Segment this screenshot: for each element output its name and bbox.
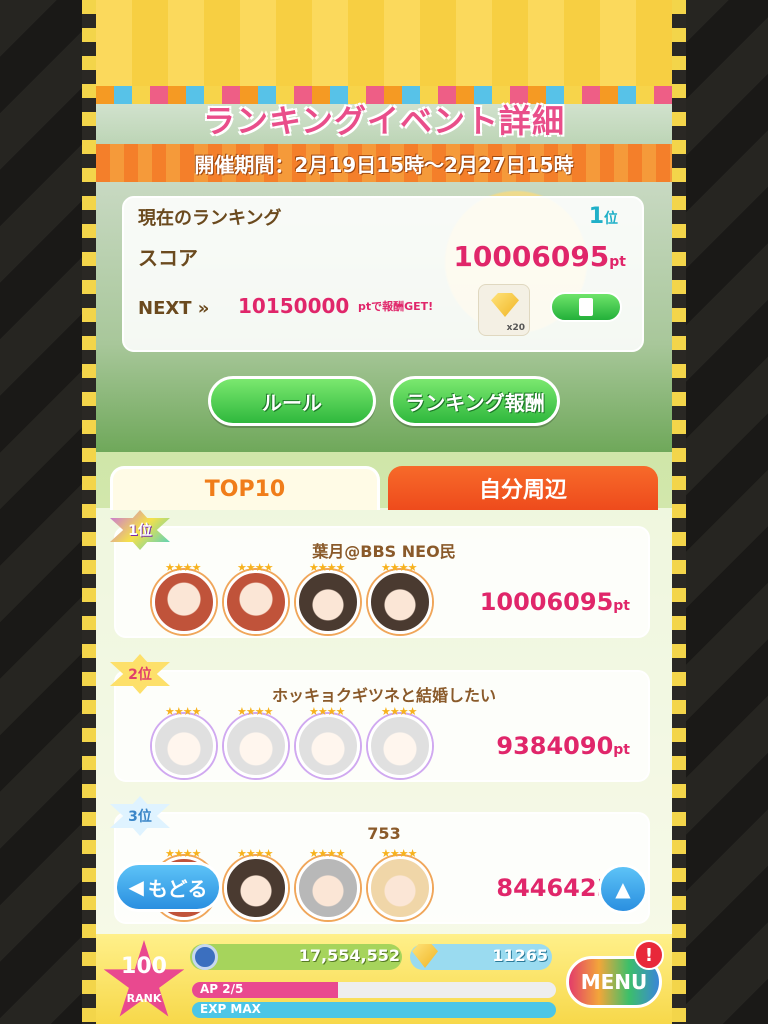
friend-avatar: ★★★★ (296, 561, 360, 634)
right-frame (672, 0, 768, 1024)
next-reward-item[interactable]: x20 (478, 284, 530, 336)
friend-avatar: ★★★★ (368, 847, 432, 920)
gem-icon (491, 293, 519, 317)
gem-count: 11265 (492, 946, 548, 965)
player-name: 葉月@BBS NEO民 (312, 542, 456, 561)
ranking-log-button[interactable] (550, 292, 622, 322)
entry-points: 9384090pt (496, 732, 630, 760)
notification-badge[interactable]: ! (634, 940, 664, 970)
team-avatars: ★★★★ ★★★★ ★★★★ ★★★★ (152, 561, 432, 634)
star-rating: ★★★★ (165, 847, 201, 860)
friend-avatar: ★★★★ (152, 705, 216, 778)
star-rating: ★★★★ (237, 847, 273, 860)
coin-icon (192, 944, 218, 970)
star-rating: ★★★★ (237, 705, 273, 718)
left-frame (0, 0, 96, 1024)
score-row: スコア 10006095pt (138, 240, 626, 273)
score-number: 10006095 (453, 240, 610, 273)
player-name: 753 (367, 824, 401, 843)
up-arrow-icon: ▲ (615, 877, 631, 901)
ap-gauge (192, 982, 556, 998)
ranking-rewards-button[interactable]: ランキング報酬 (390, 376, 560, 426)
tab-top10[interactable]: TOP10 (110, 466, 380, 510)
points-number: 9384090 (496, 732, 614, 760)
star-rating: ★★★★ (381, 847, 417, 860)
document-icon (579, 298, 593, 316)
friend-avatar: ★★★★ (152, 561, 216, 634)
next-label: NEXT » (138, 298, 210, 319)
rank-suffix: 位 (604, 211, 618, 227)
next-suffix: ptで報酬GET! (358, 300, 434, 313)
rank-label: RANK (126, 992, 162, 1005)
ap-label: AP 2/5 (200, 982, 244, 996)
score-value: 10006095pt (453, 240, 626, 273)
points-number: 8446423 (496, 874, 614, 902)
back-button[interactable]: ◀ もどる (114, 862, 222, 912)
score-unit: pt (609, 254, 626, 270)
friend-avatar: ★★★★ (224, 847, 288, 920)
page-title: ランキングイベント詳細 (202, 102, 566, 140)
scroll-top-button[interactable]: ▲ (598, 864, 648, 914)
friend-avatar: ★★★★ (296, 705, 360, 778)
ranking-info-panel: 現在のランキング 1位 スコア 10006095pt NEXT » 101500… (122, 196, 644, 352)
friend-avatar: ★★★★ (368, 561, 432, 634)
event-period-bar: 開催期間：2月19日15時～2月27日15時 (96, 144, 672, 182)
sunburst-banner (96, 0, 672, 92)
star-rating: ★★★★ (309, 561, 345, 574)
points-unit: pt (613, 742, 630, 758)
points-unit: pt (613, 598, 630, 614)
back-label: もどる (147, 876, 208, 901)
current-ranking-label: 現在のランキング (138, 208, 282, 229)
reward-quantity: x20 (506, 323, 525, 333)
star-rating: ★★★★ (381, 705, 417, 718)
player-rank: 100 (121, 954, 167, 979)
exp-label: EXP MAX (200, 1002, 261, 1016)
points-number: 10006095 (479, 588, 614, 616)
ranking-entry-1[interactable]: 1位 葉月@BBS NEO民 ★★★★ ★★★★ ★★★★ ★★★★ 10006… (110, 510, 650, 638)
current-rank-number: 1 (588, 204, 604, 229)
current-rank-value: 1位 (589, 204, 618, 229)
game-screen: ランキングイベント詳細 開催期間：2月19日15時～2月27日15時 現在のラン… (96, 0, 672, 1024)
next-threshold: 10150000 (238, 294, 350, 318)
friend-avatar: ★★★★ (296, 847, 360, 920)
player-name: ホッキョクギツネと結婚したい (271, 686, 496, 705)
coin-count: 17,554,552 (298, 946, 400, 965)
ranking-entry-2[interactable]: 2位 ホッキョクギツネと結婚したい ★★★★ ★★★★ ★★★★ ★★★★ 93… (110, 654, 650, 782)
star-rating: ★★★★ (165, 561, 201, 574)
friend-avatar: ★★★★ (224, 705, 288, 778)
friend-avatar: ★★★★ (368, 705, 432, 778)
entry-points: 10006095pt (480, 588, 630, 616)
friend-avatar: ★★★★ (224, 561, 288, 634)
team-avatars: ★★★★ ★★★★ ★★★★ ★★★★ (152, 705, 432, 778)
rules-button[interactable]: ルール (208, 376, 376, 426)
star-rating: ★★★★ (381, 561, 417, 574)
star-rating: ★★★★ (165, 705, 201, 718)
score-label: スコア (138, 246, 198, 270)
star-rating: ★★★★ (309, 705, 345, 718)
event-period: 開催期間：2月19日15時～2月27日15時 (194, 152, 574, 177)
star-rating: ★★★★ (237, 561, 273, 574)
back-arrow-icon: ◀ (128, 875, 144, 899)
star-rating: ★★★★ (309, 847, 345, 860)
current-ranking-row: 現在のランキング 1位 (138, 204, 626, 230)
tab-nearby[interactable]: 自分周辺 (388, 466, 658, 510)
